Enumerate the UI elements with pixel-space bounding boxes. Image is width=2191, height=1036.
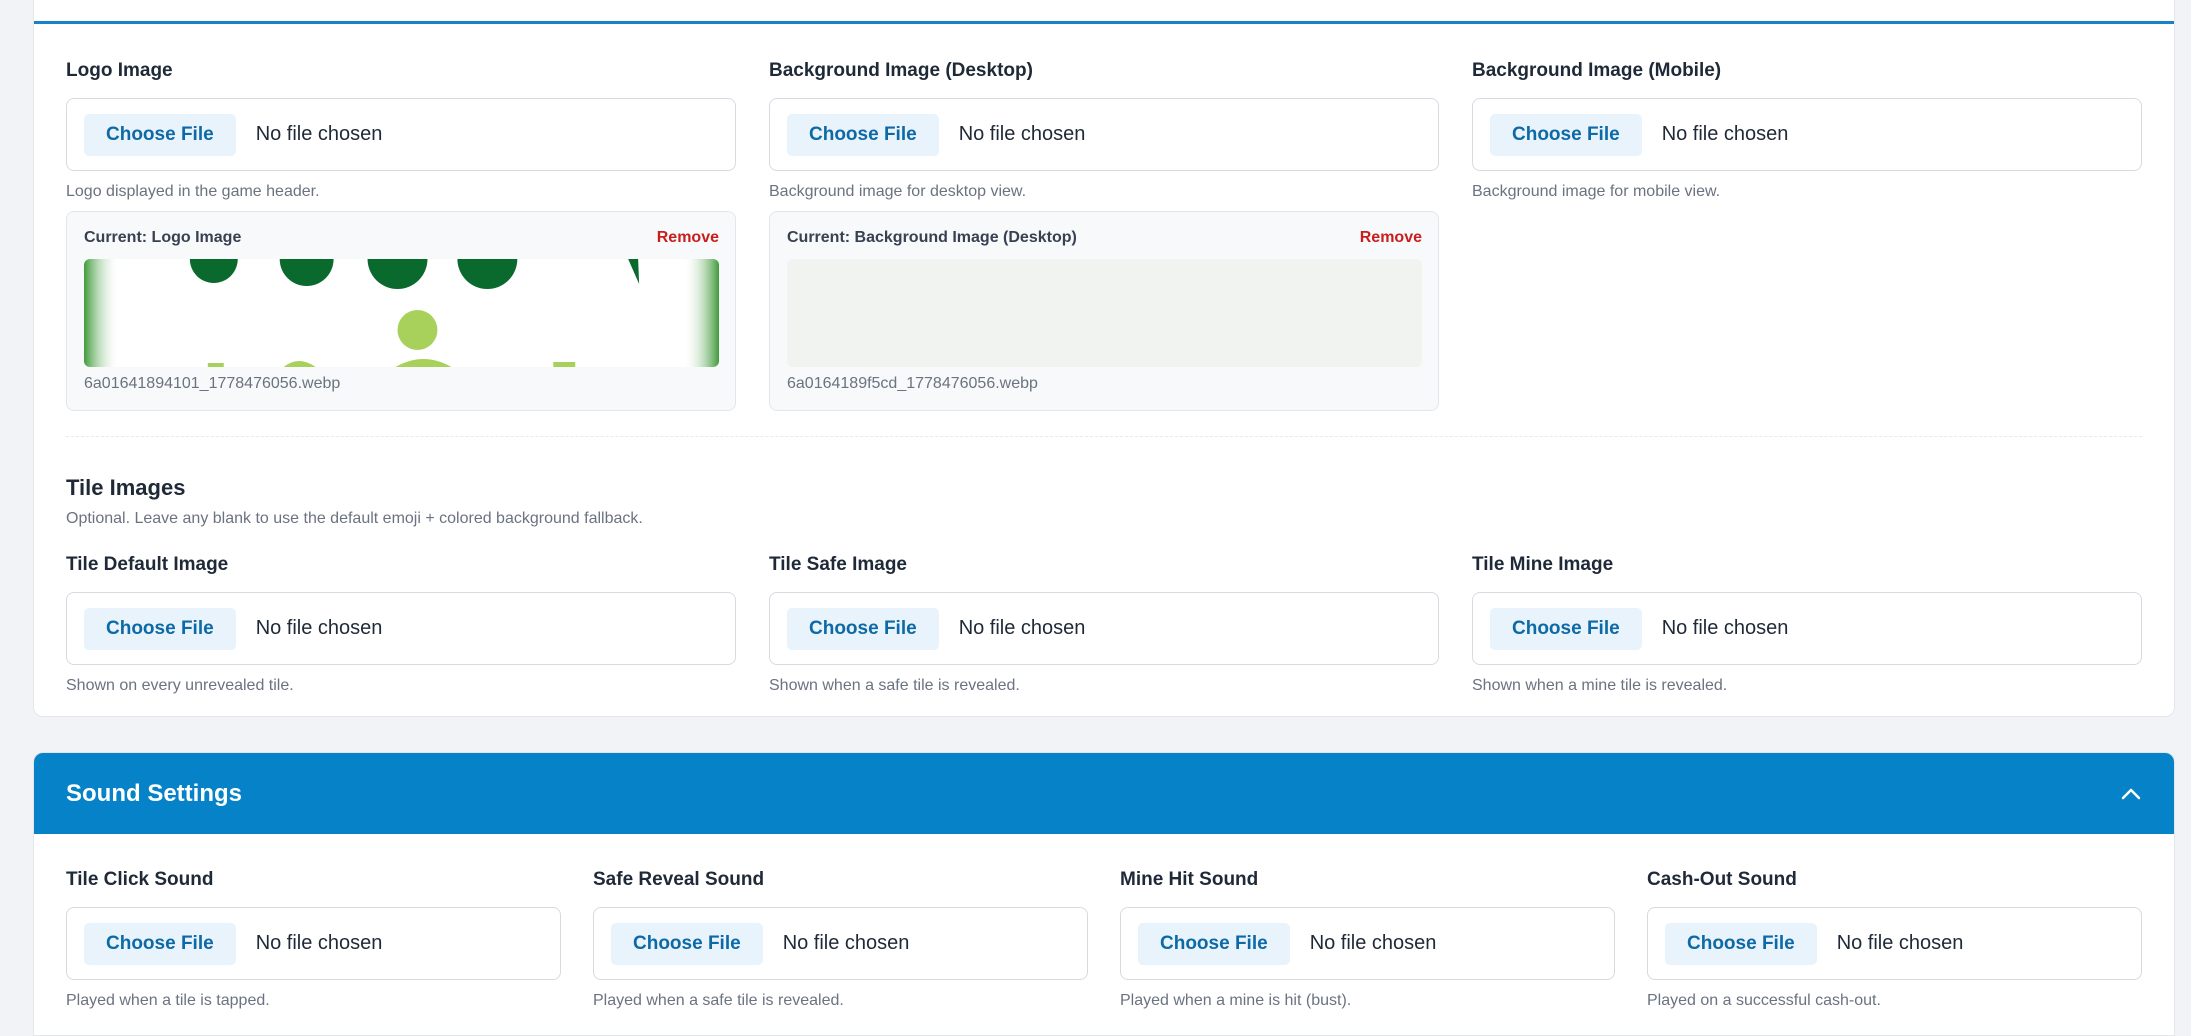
tile-mine-file-input[interactable]: Choose File No file chosen	[1472, 592, 2142, 665]
file-status: No file chosen	[255, 932, 383, 954]
tile-click-sound-field: Tile Click Sound Choose File No file cho…	[66, 869, 561, 1010]
logo-thumbnail	[84, 259, 719, 367]
file-status: No file chosen	[255, 123, 383, 145]
preview-title: Current: Logo Image	[84, 229, 242, 246]
section-divider	[66, 436, 2142, 437]
cash-out-sound-field: Cash-Out Sound Choose File No file chose…	[1647, 869, 2142, 1010]
field-help: Shown when a mine tile is revealed.	[1472, 677, 1728, 694]
preview-title: Current: Background Image (Desktop)	[787, 229, 1077, 246]
preview-filename: 6a01641894101_1778476056.webp	[84, 375, 341, 392]
field-label: Tile Mine Image	[1472, 554, 1614, 575]
tile-default-field: Tile Default Image Choose File No file c…	[66, 554, 736, 695]
tile-mine-field: Tile Mine Image Choose File No file chos…	[1472, 554, 2142, 695]
background-desktop-field: Background Image (Desktop) Choose File N…	[769, 60, 1439, 411]
branding-image-fields: Logo Image Choose File No file chosen Lo…	[66, 60, 2142, 411]
tile-images-subtitle: Optional. Leave any blank to use the def…	[66, 510, 643, 527]
tile-safe-file-input[interactable]: Choose File No file chosen	[769, 592, 1439, 665]
field-help: Played on a successful cash-out.	[1647, 992, 1881, 1009]
field-label: Logo Image	[66, 60, 173, 81]
field-label: Background Image (Mobile)	[1472, 60, 1722, 81]
field-help: Played when a safe tile is revealed.	[593, 992, 844, 1009]
choose-file-button[interactable]: Choose File	[611, 922, 763, 965]
safe-reveal-sound-file-input[interactable]: Choose File No file chosen	[593, 907, 1088, 980]
file-status: No file chosen	[958, 617, 1086, 639]
file-status: No file chosen	[958, 123, 1086, 145]
logo-preview: Current: Logo Image Remove 6a01641894101…	[66, 211, 736, 411]
choose-file-button[interactable]: Choose File	[84, 922, 236, 965]
field-help: Played when a tile is tapped.	[66, 992, 270, 1009]
choose-file-button[interactable]: Choose File	[84, 113, 236, 156]
tile-images-heading: Tile Images	[66, 475, 186, 500]
remove-background-button[interactable]: Remove	[1360, 229, 1422, 247]
tile-safe-field: Tile Safe Image Choose File No file chos…	[769, 554, 1439, 695]
choose-file-button[interactable]: Choose File	[1490, 607, 1642, 650]
field-label: Tile Safe Image	[769, 554, 907, 575]
tile-click-sound-file-input[interactable]: Choose File No file chosen	[66, 907, 561, 980]
cash-out-sound-file-input[interactable]: Choose File No file chosen	[1647, 907, 2142, 980]
sound-fields: Tile Click Sound Choose File No file cho…	[66, 869, 2142, 1010]
field-help: Played when a mine is hit (bust).	[1120, 992, 1352, 1009]
background-desktop-file-input[interactable]: Choose File No file chosen	[769, 98, 1439, 171]
background-mobile-field: Background Image (Mobile) Choose File No…	[1472, 60, 2142, 411]
field-label: Background Image (Desktop)	[769, 60, 1033, 81]
field-help: Logo displayed in the game header.	[66, 183, 320, 200]
file-status: No file chosen	[1661, 617, 1789, 639]
safe-reveal-sound-field: Safe Reveal Sound Choose File No file ch…	[593, 869, 1088, 1010]
background-desktop-preview: Current: Background Image (Desktop) Remo…	[769, 211, 1439, 411]
field-label: Tile Click Sound	[66, 869, 214, 890]
mine-hit-sound-field: Mine Hit Sound Choose File No file chose…	[1120, 869, 1615, 1010]
file-status: No file chosen	[1661, 123, 1789, 145]
remove-logo-button[interactable]: Remove	[657, 229, 719, 247]
choose-file-button[interactable]: Choose File	[84, 607, 236, 650]
background-thumbnail	[787, 259, 1422, 367]
file-status: No file chosen	[1836, 932, 1964, 954]
choose-file-button[interactable]: Choose File	[1490, 113, 1642, 156]
chevron-up-icon[interactable]	[2120, 783, 2142, 805]
field-help: Shown on every unrevealed tile.	[66, 677, 294, 694]
logo-file-input[interactable]: Choose File No file chosen	[66, 98, 736, 171]
logo-image-field: Logo Image Choose File No file chosen Lo…	[66, 60, 736, 411]
file-status: No file chosen	[255, 617, 383, 639]
field-label: Tile Default Image	[66, 554, 229, 575]
tile-image-fields: Tile Default Image Choose File No file c…	[66, 554, 2142, 695]
field-label: Safe Reveal Sound	[593, 869, 765, 890]
choose-file-button[interactable]: Choose File	[787, 607, 939, 650]
sound-settings-header[interactable]: Sound Settings	[34, 753, 2174, 834]
field-help: Background image for mobile view.	[1472, 183, 1721, 200]
field-label: Mine Hit Sound	[1120, 869, 1259, 890]
file-status: No file chosen	[1309, 932, 1437, 954]
file-status: No file chosen	[782, 932, 910, 954]
field-help: Shown when a safe tile is revealed.	[769, 677, 1020, 694]
sound-settings-card: Sound Settings Tile Click Sound Choose F…	[33, 752, 2175, 1036]
choose-file-button[interactable]: Choose File	[787, 113, 939, 156]
tile-default-file-input[interactable]: Choose File No file chosen	[66, 592, 736, 665]
mine-hit-sound-file-input[interactable]: Choose File No file chosen	[1120, 907, 1615, 980]
choose-file-button[interactable]: Choose File	[1138, 922, 1290, 965]
logo-image-graphic	[84, 259, 719, 367]
sound-settings-title: Sound Settings	[66, 779, 242, 807]
background-mobile-file-input[interactable]: Choose File No file chosen	[1472, 98, 2142, 171]
field-help: Background image for desktop view.	[769, 183, 1027, 200]
choose-file-button[interactable]: Choose File	[1665, 922, 1817, 965]
preview-filename: 6a0164189f5cd_1778476056.webp	[787, 375, 1038, 392]
images-card: Logo Image Choose File No file chosen Lo…	[33, 0, 2175, 717]
field-label: Cash-Out Sound	[1647, 869, 1797, 890]
